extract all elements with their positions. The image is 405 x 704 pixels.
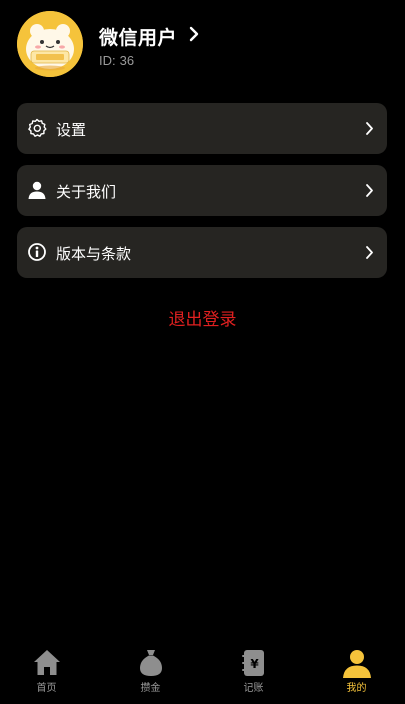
menu-item-label: 关于我们: [56, 184, 117, 201]
info-circle-icon: [28, 243, 46, 261]
menu-item-about-us[interactable]: 关于我们: [17, 165, 387, 216]
menu-item-settings[interactable]: 设置: [17, 103, 387, 154]
menu-item-label: 设置: [56, 122, 87, 139]
menu-item-label: 版本与条款: [56, 246, 132, 263]
tab-label: 首页: [36, 683, 57, 694]
tab-label: 攒金: [140, 683, 161, 694]
bottom-tab-bar: 首页 攒金 ¥ 记账 我的: [0, 648, 405, 704]
tab-home[interactable]: 首页: [0, 648, 97, 704]
tab-mine[interactable]: 我的: [306, 648, 405, 704]
user-id-value: 36: [119, 53, 135, 68]
chevron-right-icon: [366, 246, 373, 259]
home-icon: [33, 650, 60, 675]
tab-ledger[interactable]: ¥ 记账: [203, 648, 304, 704]
tab-save-gold[interactable]: 攒金: [100, 648, 201, 704]
chevron-right-icon: [366, 122, 373, 135]
chevron-right-icon: [366, 184, 373, 197]
menu-item-version-terms[interactable]: 版本与条款: [17, 227, 387, 278]
user-icon: [342, 650, 371, 678]
gear-icon: [28, 118, 47, 137]
person-icon: [28, 181, 46, 199]
user-name[interactable]: 微信用户: [99, 23, 177, 50]
money-bag-icon: [139, 650, 162, 676]
svg-text:¥: ¥: [250, 657, 259, 671]
tab-label: 我的: [346, 683, 367, 694]
profile-header[interactable]: 微信用户 ID: 36: [17, 11, 387, 77]
user-id: ID: 36: [99, 53, 134, 68]
tab-label: 记账: [243, 683, 264, 694]
ledger-icon: ¥: [241, 650, 264, 676]
mascot-avatar-icon: [17, 11, 83, 77]
chevron-right-icon[interactable]: [187, 26, 201, 42]
avatar[interactable]: [17, 11, 83, 77]
logout-button[interactable]: 退出登录: [0, 305, 405, 330]
user-id-label: ID:: [99, 53, 116, 68]
